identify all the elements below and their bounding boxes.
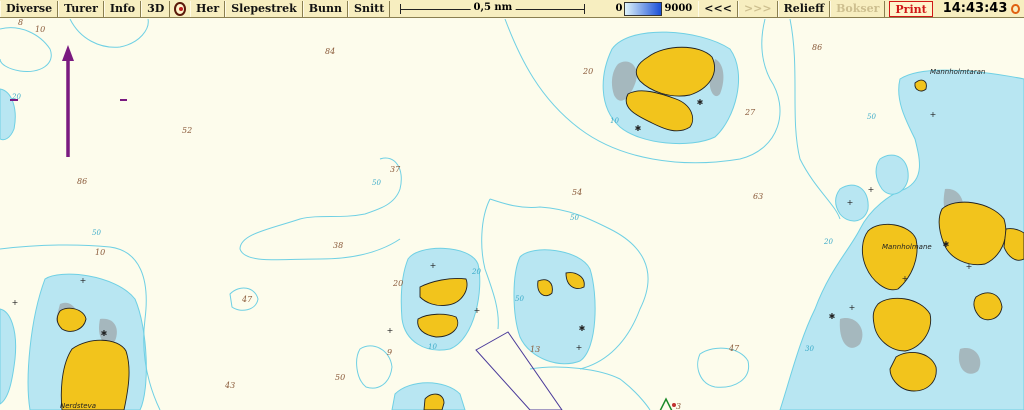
buoy-marker[interactable] [659, 397, 676, 410]
bokser-button[interactable]: Bokser [830, 0, 886, 17]
contour-label: 20 [11, 93, 21, 101]
sun-icon[interactable] [1011, 3, 1020, 14]
depth-sounding: 37 [390, 165, 401, 174]
depth-sounding: 43 [224, 381, 235, 390]
menu-info[interactable]: Info [103, 0, 142, 17]
shallow-area [0, 308, 17, 405]
depth-sounding: 27 [744, 108, 756, 117]
depth-sounding: 38 [333, 241, 343, 250]
shallow-area [513, 249, 596, 365]
compass-icon[interactable] [174, 1, 187, 16]
menu-diverse[interactable]: Diverse [0, 0, 59, 17]
menu-3d[interactable]: 3D [141, 0, 171, 17]
tool-bunn[interactable]: Bunn [302, 0, 349, 17]
place-name-mannholmtaran: Mannholmtaran [930, 68, 985, 76]
svg-text:+: + [849, 303, 856, 312]
depth-contour [0, 27, 52, 73]
svg-text:+: + [576, 343, 583, 352]
svg-text:+: + [80, 276, 87, 285]
svg-text:+: + [930, 110, 937, 119]
contour-label: 50 [372, 179, 381, 187]
contour-label: 10 [610, 117, 619, 125]
depth-sounding: 47 [241, 295, 253, 304]
svg-text:✱: ✱ [829, 312, 836, 321]
depth-sounding: 20 [582, 67, 593, 76]
depth-sounding: 9 [387, 348, 392, 357]
contour-label: 20 [471, 268, 481, 276]
depth-sounding: 84 [325, 47, 335, 56]
depth-sounding: 86 [812, 43, 822, 52]
depth-contour [481, 198, 499, 330]
scale-label: 0,5 nm [470, 1, 516, 13]
svg-text:+: + [12, 298, 19, 307]
depth-sounding: 10 [95, 248, 105, 257]
contour-label: 20 [823, 238, 833, 246]
svg-text:+: + [430, 261, 437, 270]
depth-sounding: 3 [676, 402, 681, 410]
svg-text:✱: ✱ [697, 98, 704, 107]
island [914, 79, 927, 92]
contour-label: 30 [805, 345, 814, 353]
clock: 14:43:43 [942, 1, 1008, 16]
tool-slepestrek[interactable]: Slepestrek [225, 0, 303, 17]
shallow-area [875, 154, 909, 195]
contour-label: 50 [92, 229, 101, 237]
nautical-chart[interactable]: ✱ ✱ + + ✱ + + + + + + ✱ ✱ + + + + ✱ Mannholmtaran… [0, 19, 1024, 410]
menu-turer[interactable]: Turer [58, 0, 104, 17]
tool-snitt[interactable]: Snitt [348, 0, 391, 17]
contour-label: 50 [867, 113, 876, 121]
tool-her[interactable]: Her [190, 0, 226, 17]
depth-sounding: 10 [35, 25, 45, 34]
depth-sounding: 47 [728, 344, 740, 353]
svg-text:+: + [868, 185, 875, 194]
depth-contour [239, 157, 402, 261]
svg-text:+: + [474, 306, 481, 315]
forward-button[interactable]: >>> [737, 0, 778, 17]
depth-contour [697, 347, 750, 388]
depth-gradient [624, 1, 663, 16]
place-name-mannholmane: Mannholmane [882, 243, 932, 251]
contour-label: 10 [428, 343, 437, 351]
svg-text:✱: ✱ [943, 240, 950, 249]
contour-label: 50 [570, 214, 579, 222]
svg-text:+: + [902, 274, 909, 283]
depth-sounding: 54 [572, 188, 582, 197]
svg-text:✱: ✱ [579, 324, 586, 333]
depth-sounding: 50 [335, 373, 345, 382]
svg-text:✱: ✱ [101, 329, 108, 338]
depth-sounding: 63 [753, 192, 763, 201]
relief-button[interactable]: Relieff [777, 0, 831, 17]
toolbar: Diverse Turer Info 3D Her Slepestrek Bun… [0, 0, 1024, 18]
svg-text:+: + [966, 262, 973, 271]
place-name-nerdsteva: Nerdsteva [60, 402, 96, 410]
depth-contour [69, 19, 149, 48]
depth-sounding: 13 [530, 345, 540, 354]
north-arrow [10, 45, 127, 157]
depth-sounding: 86 [77, 177, 87, 186]
depth-sounding: 20 [392, 279, 403, 288]
scale-bar: 0,5 nm [400, 1, 586, 17]
svg-text:✱: ✱ [635, 124, 642, 133]
svg-text:+: + [847, 198, 854, 207]
island [60, 339, 130, 410]
depth-min: 0 [615, 3, 623, 14]
contour-label: 50 [515, 295, 524, 303]
svg-text:+: + [387, 326, 394, 335]
depth-legend[interactable]: 0 9000 [615, 1, 693, 16]
depth-max: 9000 [664, 3, 693, 14]
depth-contour [529, 366, 651, 410]
depth-sounding: 52 [182, 126, 192, 135]
print-button[interactable]: Print [889, 0, 933, 17]
back-button[interactable]: <<< [698, 0, 738, 17]
island [423, 393, 445, 410]
depth-sounding: 8 [18, 19, 23, 27]
